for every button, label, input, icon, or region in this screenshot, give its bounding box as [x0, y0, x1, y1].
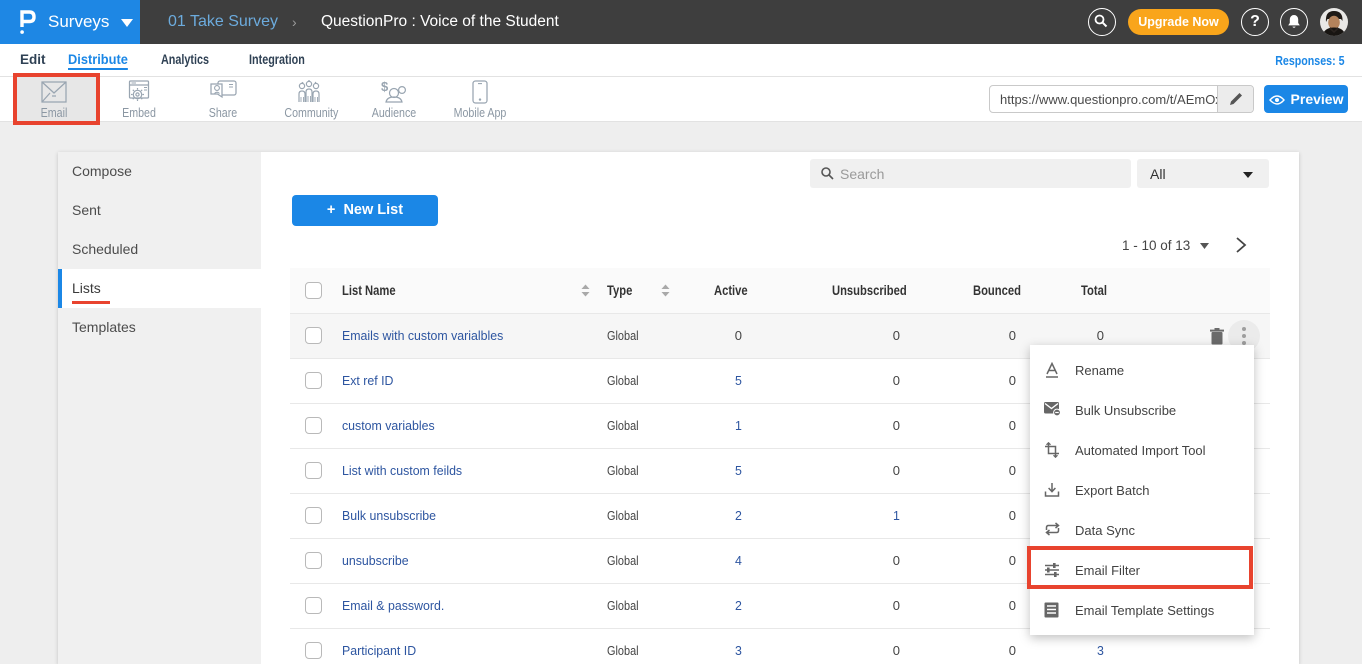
svg-text:$: $: [381, 80, 389, 94]
